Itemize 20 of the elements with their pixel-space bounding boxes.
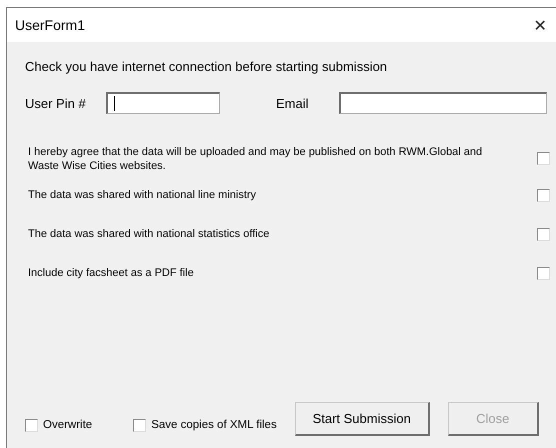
close-icon[interactable]: ✕: [525, 16, 555, 34]
checkbox[interactable]: [537, 266, 550, 280]
checkbox[interactable]: [537, 188, 550, 202]
checkbox[interactable]: [537, 228, 550, 240]
option-label: Overwrite: [43, 419, 92, 431]
input-field[interactable]: [339, 92, 547, 114]
field-label: Email: [276, 96, 310, 110]
input-field[interactable]: [106, 92, 220, 114]
field-label: User Pin #: [25, 96, 87, 110]
agreement-text: The data was shared with national line ministry: [28, 188, 258, 202]
agreement-text: The data was shared with national statistics office: [28, 227, 270, 241]
checkbox[interactable]: [133, 418, 146, 432]
option-label: Save copies of XML files: [151, 419, 277, 431]
notice-text: Check you have internet connection before starting submission: [25, 59, 388, 74]
agreement-text: I hereby agree that the data will be uploaded and may be published on both RWM.Global and Waste Wise Cities websites.: [28, 144, 484, 172]
submit-button[interactable]: Start Submission: [294, 402, 430, 436]
agreement-text: Include city facsheet as a PDF file: [28, 266, 195, 280]
checkbox[interactable]: [537, 152, 550, 165]
window-title: UserForm1: [15, 17, 86, 33]
checkbox[interactable]: [25, 418, 38, 432]
